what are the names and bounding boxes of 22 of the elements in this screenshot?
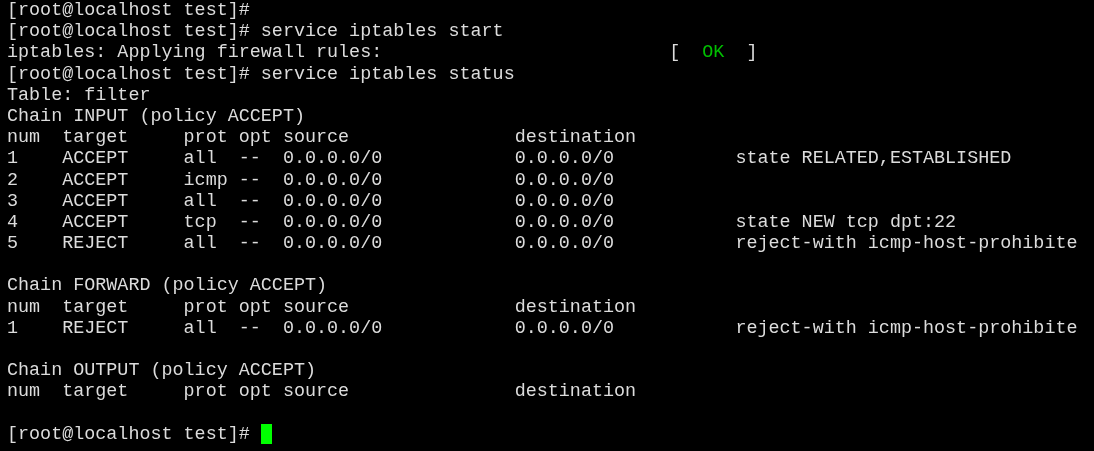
terminal-line: Chain OUTPUT (policy ACCEPT) [7,360,316,382]
status-text: OK [702,42,725,64]
terminal-line: [root@localhost test]# [7,0,250,22]
terminal-line: Chain INPUT (policy ACCEPT) [7,105,305,128]
terminal-line: [root@localhost test]# service iptables start [7,21,504,43]
terminal-line: 1 REJECT all -- 0.0.0.0/0 0.0.0.0/0 reject-with icmp-host-prohibite [7,317,1078,339]
terminal-line: num target prot opt source destination [7,381,637,403]
terminal-line: Table: filter [7,84,151,106]
text-cursor [260,424,272,445]
terminal-line: iptables: Applying firewall rules: [7,42,384,64]
prompt-line: [root@localhost test]# [7,423,250,445]
terminal-line: 1 ACCEPT all -- 0.0.0.0/0 0.0.0.0/0 state RELATED,ESTABLISHED [7,148,1012,170]
terminal-line: 4 ACCEPT tcp -- 0.0.0.0/0 0.0.0.0/0 state NEW tcp dpt:22 [7,211,957,234]
terminal-line: num target prot opt source destination [7,296,637,318]
terminal-line: 2 ACCEPT icmp -- 0.0.0.0/0 0.0.0.0/0 [7,169,614,191]
terminal-line: num target prot opt source destination [7,127,637,149]
bracket: ] [746,42,758,64]
bracket: [ [669,42,681,64]
terminal-line: [root@localhost test]# service iptables status [7,63,515,85]
terminal-line: 3 ACCEPT all -- 0.0.0.0/0 0.0.0.0/0 [7,190,614,212]
terminal-line: Chain FORWARD (policy ACCEPT) [7,275,328,297]
terminal-line: 5 REJECT all -- 0.0.0.0/0 0.0.0.0/0 reject-with icmp-host-prohibite [7,233,1078,255]
